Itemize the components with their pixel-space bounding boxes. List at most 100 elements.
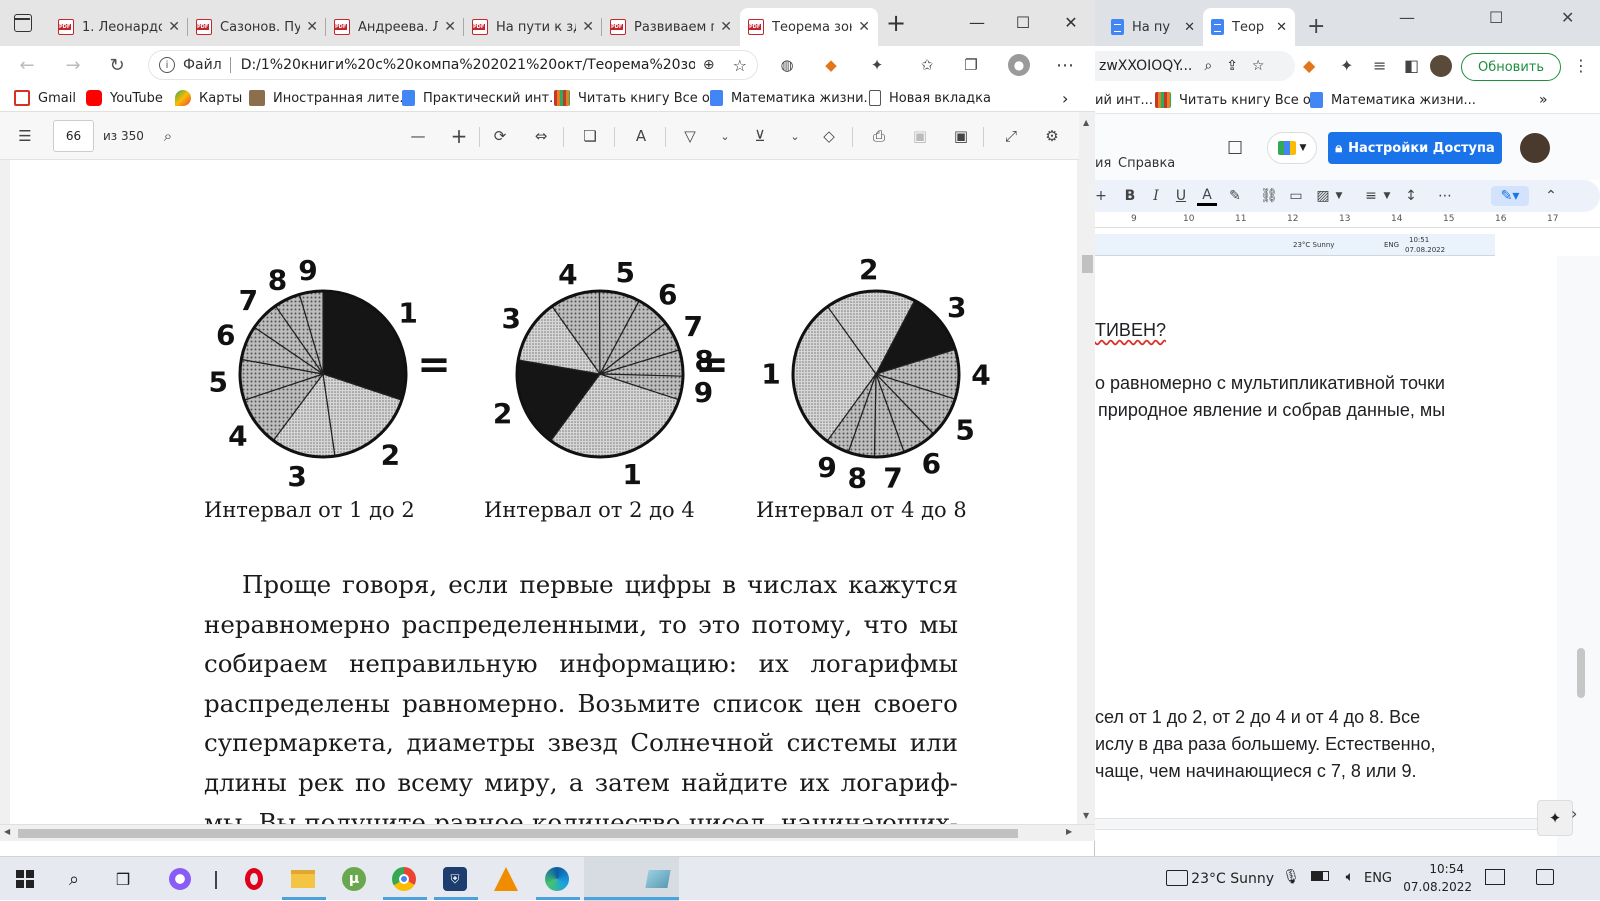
security-shield-icon[interactable]: ⛨	[441, 865, 469, 893]
tab-actions-icon[interactable]	[14, 14, 32, 32]
close-window-button[interactable]: ✕	[1561, 8, 1574, 27]
close-icon[interactable]: ✕	[168, 19, 180, 35]
comment-add-icon[interactable]: ▭	[1286, 186, 1306, 206]
microphone-icon[interactable]: 🎙︎	[1282, 869, 1300, 885]
profile-avatar[interactable]	[1430, 55, 1452, 77]
more-menu-icon[interactable]: ⋯	[1054, 54, 1076, 76]
share-icon[interactable]: ⇪	[1226, 58, 1238, 74]
metamask-icon[interactable]: ◆	[820, 54, 842, 76]
maximize-button[interactable]: ☐	[1489, 8, 1503, 27]
bookmarks-overflow-chevron-icon[interactable]: ›	[1062, 88, 1068, 108]
weather-icon[interactable]	[1166, 870, 1188, 886]
profile-avatar[interactable]	[1520, 133, 1550, 163]
ruler[interactable]: 9 10 11 12 13 14 15 16 17	[1095, 212, 1600, 228]
clock-date[interactable]: 07.08.2022	[1403, 880, 1472, 894]
language-indicator[interactable]: ENG	[1364, 871, 1392, 886]
refresh-button[interactable]: ↻	[104, 52, 130, 78]
edge-icon[interactable]	[543, 865, 571, 893]
tab-3[interactable]: Андреева. Л ✕	[326, 8, 464, 46]
weather-text[interactable]: 23°C Sunny	[1191, 871, 1274, 887]
url-text[interactable]: D:/1%20книги%20с%20компа%202021%20окт/Те…	[241, 57, 695, 73]
tab-5[interactable]: Развиваем г ✕	[602, 8, 740, 46]
start-windows-icon[interactable]	[11, 865, 39, 893]
bookmark-practical[interactable]: ий инт...	[1095, 90, 1153, 110]
more-options-icon[interactable]: ⋯	[1435, 186, 1455, 206]
fit-width-icon[interactable]: ⇔	[531, 126, 551, 146]
collapse-chevron-icon[interactable]: ⌃	[1541, 186, 1561, 206]
save-as-icon[interactable]: ▣	[951, 126, 971, 146]
fullscreen-icon[interactable]: ⤢	[1001, 126, 1021, 146]
pdf-viewport[interactable]: 123456789123456789123456789 = = Интервал…	[0, 160, 1095, 824]
vertical-scrollbar[interactable]: ▲ ▼	[1079, 112, 1095, 824]
collections-icon[interactable]: ❐	[960, 54, 982, 76]
print-icon[interactable]: ⎙	[869, 126, 889, 146]
cortana-icon[interactable]	[166, 865, 194, 893]
comments-icon[interactable]: ☐	[1227, 138, 1243, 159]
back-button[interactable]: ←	[14, 52, 40, 78]
bookmarks-overflow-chevron-icon[interactable]: »	[1539, 90, 1548, 110]
bold-icon[interactable]: B	[1120, 186, 1140, 206]
close-icon[interactable]: ✕	[858, 19, 870, 35]
text-color-icon[interactable]: A	[1197, 186, 1217, 206]
page-view-icon[interactable]: ❏	[580, 126, 600, 146]
vlc-icon[interactable]	[492, 865, 520, 893]
eraser-icon[interactable]: ◇	[819, 126, 839, 146]
minimize-button[interactable]: —	[1399, 8, 1415, 27]
utorrent-icon[interactable]: µ	[340, 865, 368, 893]
bookmark-math[interactable]: Математика жизни...	[1310, 90, 1476, 110]
file-explorer-icon[interactable]	[289, 865, 317, 893]
contents-list-icon[interactable]: ☰	[15, 126, 35, 146]
explore-icon[interactable]: ✦	[1537, 800, 1573, 836]
bookmark-maps[interactable]: Карты	[175, 88, 242, 108]
close-icon[interactable]: ✕	[1184, 20, 1195, 35]
chrome-tab-1[interactable]: На пу ✕	[1103, 8, 1203, 46]
tab-2[interactable]: Сазонов. Пу ✕	[188, 8, 326, 46]
vertical-scroll-thumb[interactable]	[1082, 255, 1093, 273]
bookmark-math[interactable]: Математика жизни...	[710, 88, 876, 108]
highlight-dropdown-chevron-icon[interactable]: ⌄	[785, 126, 805, 146]
forward-button[interactable]: →	[60, 52, 86, 78]
chrome-address-bar[interactable]: zwXXOIOQY... ⌕ ⇪ ☆	[1095, 51, 1295, 81]
close-icon[interactable]: ✕	[1276, 20, 1287, 35]
bookmark-new-tab[interactable]: Новая вкладка	[869, 88, 991, 108]
new-tab-button[interactable]: +	[884, 11, 908, 36]
share-button[interactable]: 🔒︎ Настройки Доступа	[1328, 132, 1502, 164]
link-icon[interactable]: ⛓	[1259, 186, 1279, 206]
extensions-puzzle-icon[interactable]: ✦	[1340, 56, 1353, 75]
highlight-icon[interactable]: ⊻	[750, 126, 770, 146]
search-icon[interactable]: ⌕	[158, 126, 178, 146]
update-button[interactable]: Обновить	[1461, 53, 1561, 81]
profile-avatar[interactable]: ●	[1008, 54, 1030, 76]
action-center-icon[interactable]	[1536, 869, 1554, 885]
search-icon[interactable]: ⌕	[60, 865, 88, 893]
close-icon[interactable]: ✕	[306, 19, 318, 35]
close-window-button[interactable]: ✕	[1048, 0, 1094, 44]
editing-mode-icon[interactable]: ✎▾	[1491, 186, 1529, 206]
settings-gear-icon[interactable]: ⚙	[1042, 126, 1062, 146]
bookmark-star-icon[interactable]: ☆	[1252, 58, 1265, 74]
favorites-icon[interactable]: ✩	[916, 54, 938, 76]
more-menu-icon[interactable]: ⋮	[1573, 56, 1589, 75]
close-icon[interactable]: ✕	[720, 19, 732, 35]
rotate-icon[interactable]: ⟳	[490, 126, 510, 146]
volume-icon[interactable]: 🔈︎	[1346, 869, 1354, 885]
tab-4[interactable]: На пути к зд ✕	[464, 8, 602, 46]
side-panel-icon[interactable]: ◧	[1404, 56, 1419, 75]
tab-1[interactable]: 1. Леонардо ✕	[50, 8, 188, 46]
line-spacing-icon[interactable]: ↕	[1401, 186, 1421, 206]
side-scroll-thumb[interactable]	[1577, 648, 1585, 698]
meet-icon[interactable]: ▼	[1267, 132, 1317, 164]
reading-list-icon[interactable]: ≡	[1373, 56, 1386, 75]
zoom-in-icon[interactable]: +	[449, 124, 469, 148]
bookmark-practical[interactable]: Практический инт...	[402, 88, 562, 108]
clock-time[interactable]: 10:54	[1429, 862, 1464, 876]
opera-icon[interactable]	[240, 865, 268, 893]
info-icon[interactable]: i	[159, 57, 175, 73]
minimize-button[interactable]: —	[954, 0, 1000, 44]
bookmark-youtube[interactable]: YouTube	[86, 88, 163, 108]
underline-icon[interactable]: U	[1171, 186, 1191, 206]
notification-mail-icon[interactable]	[1485, 869, 1505, 885]
italic-icon[interactable]: I	[1146, 186, 1166, 206]
chrome-tab-2-active[interactable]: Теор ✕	[1203, 8, 1295, 46]
side-panel-chevron-icon[interactable]: ›	[1571, 804, 1577, 823]
